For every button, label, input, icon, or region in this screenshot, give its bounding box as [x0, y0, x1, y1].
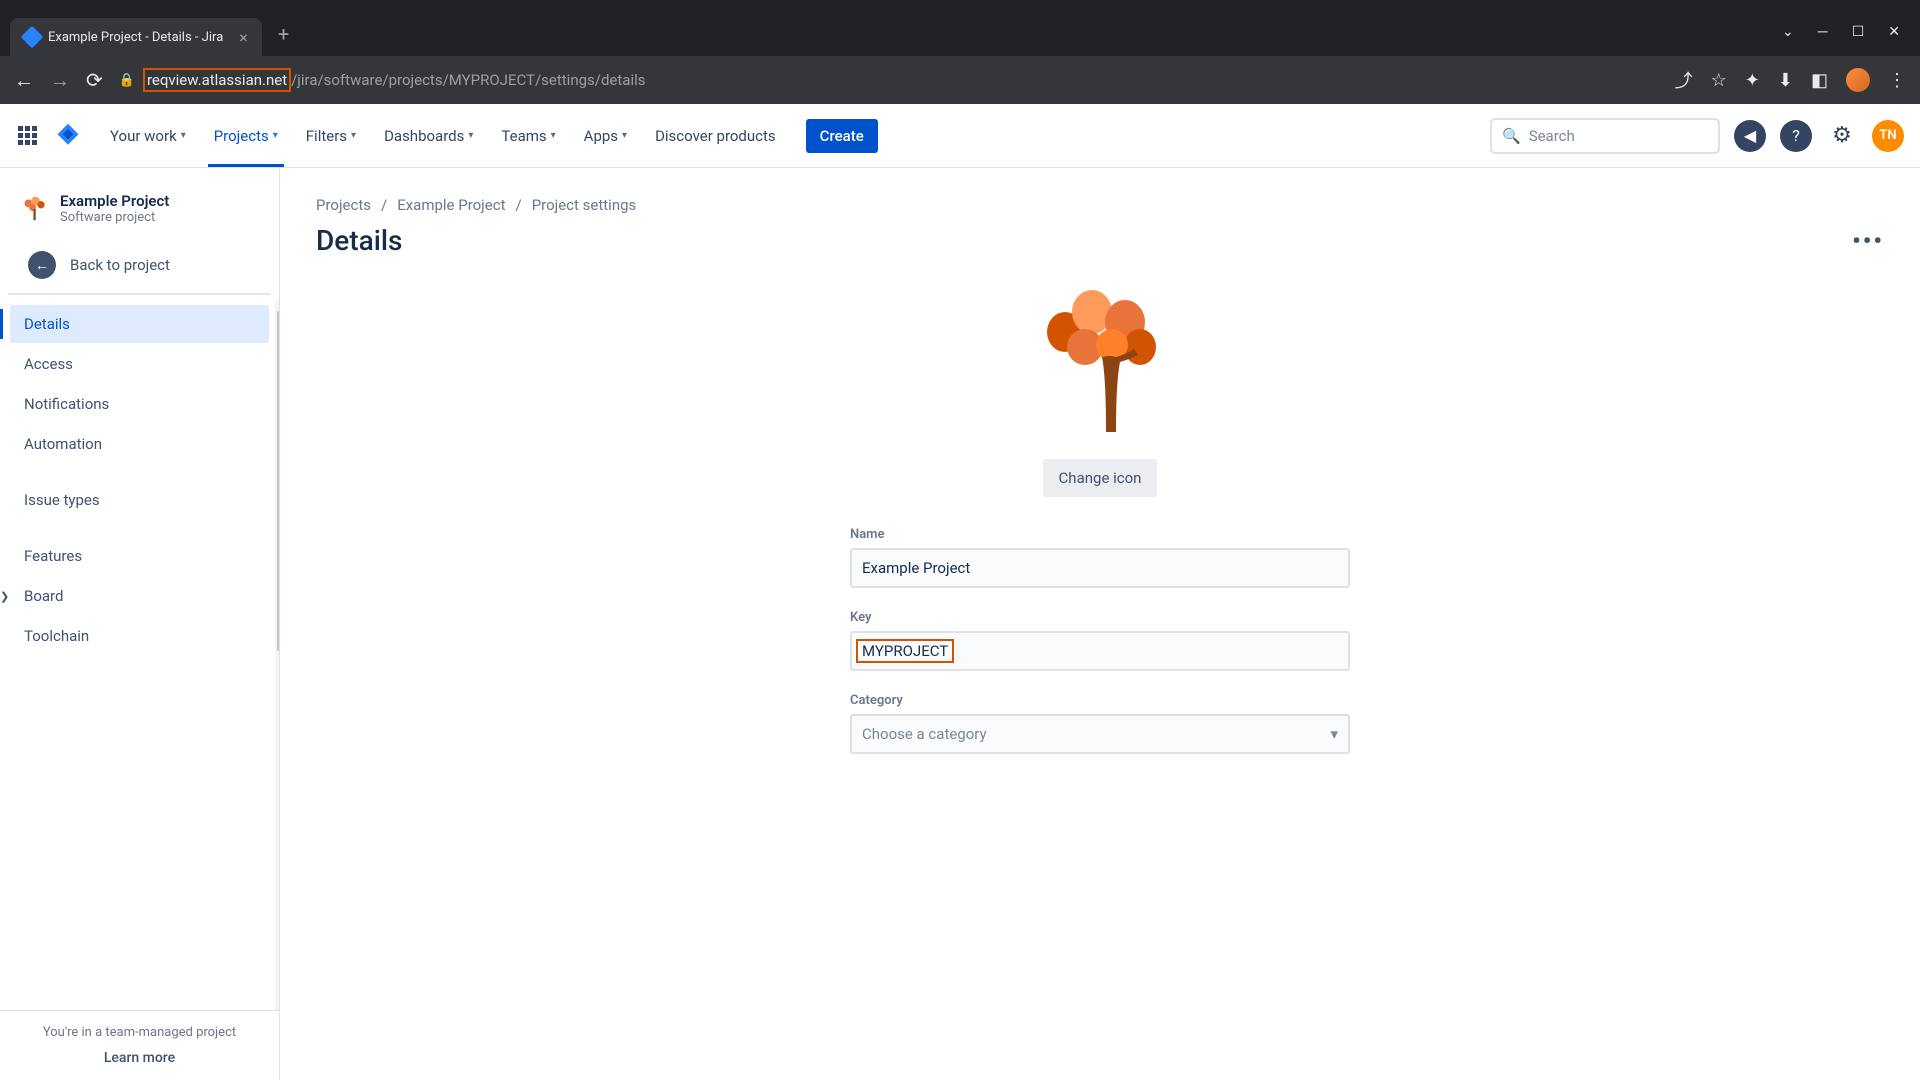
details-form: Change icon Name Key MYPROJECT Category — [850, 287, 1350, 754]
back-arrow-icon: ← — [28, 251, 56, 279]
lock-icon: 🔒 — [119, 73, 135, 88]
extensions-icon[interactable]: ✦ — [1745, 70, 1760, 91]
browser-tab[interactable]: Example Project - Details - Jira × — [10, 18, 262, 56]
sidebar-footer: You're in a team-managed project Learn m… — [0, 1010, 279, 1080]
back-to-project[interactable]: ← Back to project — [8, 241, 271, 295]
sidebar-item-details[interactable]: Details — [10, 305, 269, 343]
settings-icon[interactable]: ⚙ — [1826, 120, 1858, 152]
user-avatar[interactable]: TN — [1872, 120, 1904, 152]
sidebar-nav: Details Access Notifications Automation … — [0, 299, 279, 1010]
nav-dashboards[interactable]: Dashboards▾ — [374, 121, 483, 151]
forward-button[interactable]: → — [50, 68, 70, 93]
nav-teams[interactable]: Teams▾ — [491, 121, 565, 151]
url-host: reqview.atlassian.net — [143, 68, 291, 92]
url-path: /jira/software/projects/MYPROJECT/settin… — [291, 71, 645, 89]
jira-favicon — [21, 26, 44, 49]
close-window-icon[interactable]: ✕ — [1888, 24, 1900, 40]
star-icon[interactable]: ☆ — [1711, 70, 1727, 91]
new-tab-button[interactable]: + — [278, 22, 289, 46]
browser-profile-avatar[interactable] — [1846, 68, 1870, 92]
nav-your-work[interactable]: Your work▾ — [100, 121, 196, 151]
nav-filters[interactable]: Filters▾ — [296, 121, 366, 151]
sidebar-item-toolchain[interactable]: Toolchain — [10, 617, 269, 655]
window-controls: ⌄ ─ ☐ ✕ — [1782, 23, 1920, 56]
key-input[interactable]: MYPROJECT — [850, 631, 1350, 671]
share-icon[interactable]: ⤴ — [1675, 67, 1693, 93]
project-header: Example Project Software project — [0, 168, 279, 241]
expand-icon: ❯ — [0, 590, 12, 603]
breadcrumb-settings[interactable]: Project settings — [532, 196, 637, 214]
page-title: Details — [316, 224, 402, 257]
project-icon-large — [1030, 287, 1170, 437]
notifications-icon[interactable]: ◀ — [1734, 120, 1766, 152]
project-subtitle: Software project — [60, 210, 169, 225]
tab-title: Example Project - Details - Jira — [48, 30, 223, 45]
panel-icon[interactable]: ◧ — [1811, 70, 1828, 91]
close-tab-icon[interactable]: × — [239, 28, 248, 47]
key-value-highlight: MYPROJECT — [856, 639, 954, 663]
sidebar-item-features[interactable]: Features — [10, 537, 269, 575]
scrollbar[interactable]: ▴ ▾ — [275, 299, 279, 1010]
category-select[interactable]: Choose a category ▾ — [850, 714, 1350, 754]
browser-tab-bar: Example Project - Details - Jira × + ⌄ ─… — [0, 0, 1920, 56]
browser-toolbar-icons: ⤴ ☆ ✦ ⬇ ◧ ⋮ — [1675, 67, 1906, 93]
change-icon-button[interactable]: Change icon — [1043, 459, 1158, 497]
breadcrumb: Projects / Example Project / Project set… — [316, 196, 1884, 214]
search-input[interactable]: 🔍 Search — [1490, 118, 1720, 154]
sidebar-item-automation[interactable]: Automation — [10, 425, 269, 463]
url-bar[interactable]: 🔒 reqview.atlassian.net/jira/software/pr… — [119, 71, 1659, 89]
sidebar: Example Project Software project ← Back … — [0, 168, 280, 1080]
category-label: Category — [850, 693, 1350, 708]
sidebar-item-board[interactable]: ❯Board — [10, 577, 269, 615]
project-icon — [20, 195, 48, 223]
main-content: Projects / Example Project / Project set… — [280, 168, 1920, 1080]
learn-more-link[interactable]: Learn more — [14, 1050, 265, 1066]
scrollbar-thumb[interactable] — [277, 311, 279, 651]
minimize-icon[interactable]: ─ — [1818, 23, 1828, 40]
app-header: Your work▾ Projects▾ Filters▾ Dashboards… — [0, 104, 1920, 168]
more-actions-icon[interactable]: ••• — [1852, 227, 1884, 255]
reload-button[interactable]: ⟳ — [86, 68, 103, 92]
downloads-icon[interactable]: ⬇ — [1778, 70, 1793, 91]
sidebar-item-issue-types[interactable]: Issue types — [10, 481, 269, 519]
create-button[interactable]: Create — [806, 119, 878, 153]
sidebar-item-notifications[interactable]: Notifications — [10, 385, 269, 423]
project-title: Example Project — [60, 192, 169, 210]
app-switcher-icon[interactable] — [16, 124, 40, 148]
breadcrumb-project[interactable]: Example Project — [397, 196, 505, 214]
search-icon: 🔍 — [1502, 127, 1521, 145]
chevron-down-icon: ▾ — [1330, 725, 1338, 743]
nav-apps[interactable]: Apps▾ — [574, 121, 637, 151]
browser-menu-icon[interactable]: ⋮ — [1888, 70, 1906, 91]
nav-discover[interactable]: Discover products — [645, 121, 786, 151]
nav-projects[interactable]: Projects▾ — [204, 121, 288, 151]
sidebar-item-access[interactable]: Access — [10, 345, 269, 383]
browser-toolbar: ← → ⟳ 🔒 reqview.atlassian.net/jira/softw… — [0, 56, 1920, 104]
help-icon[interactable]: ? — [1780, 120, 1812, 152]
key-label: Key — [850, 610, 1350, 625]
jira-app: Your work▾ Projects▾ Filters▾ Dashboards… — [0, 104, 1920, 1080]
back-button[interactable]: ← — [14, 68, 34, 93]
jira-logo[interactable] — [54, 122, 82, 150]
breadcrumb-projects[interactable]: Projects — [316, 196, 371, 214]
maximize-icon[interactable]: ☐ — [1852, 24, 1865, 40]
chevron-down-icon[interactable]: ⌄ — [1782, 24, 1794, 40]
name-label: Name — [850, 527, 1350, 542]
name-input[interactable] — [850, 548, 1350, 588]
